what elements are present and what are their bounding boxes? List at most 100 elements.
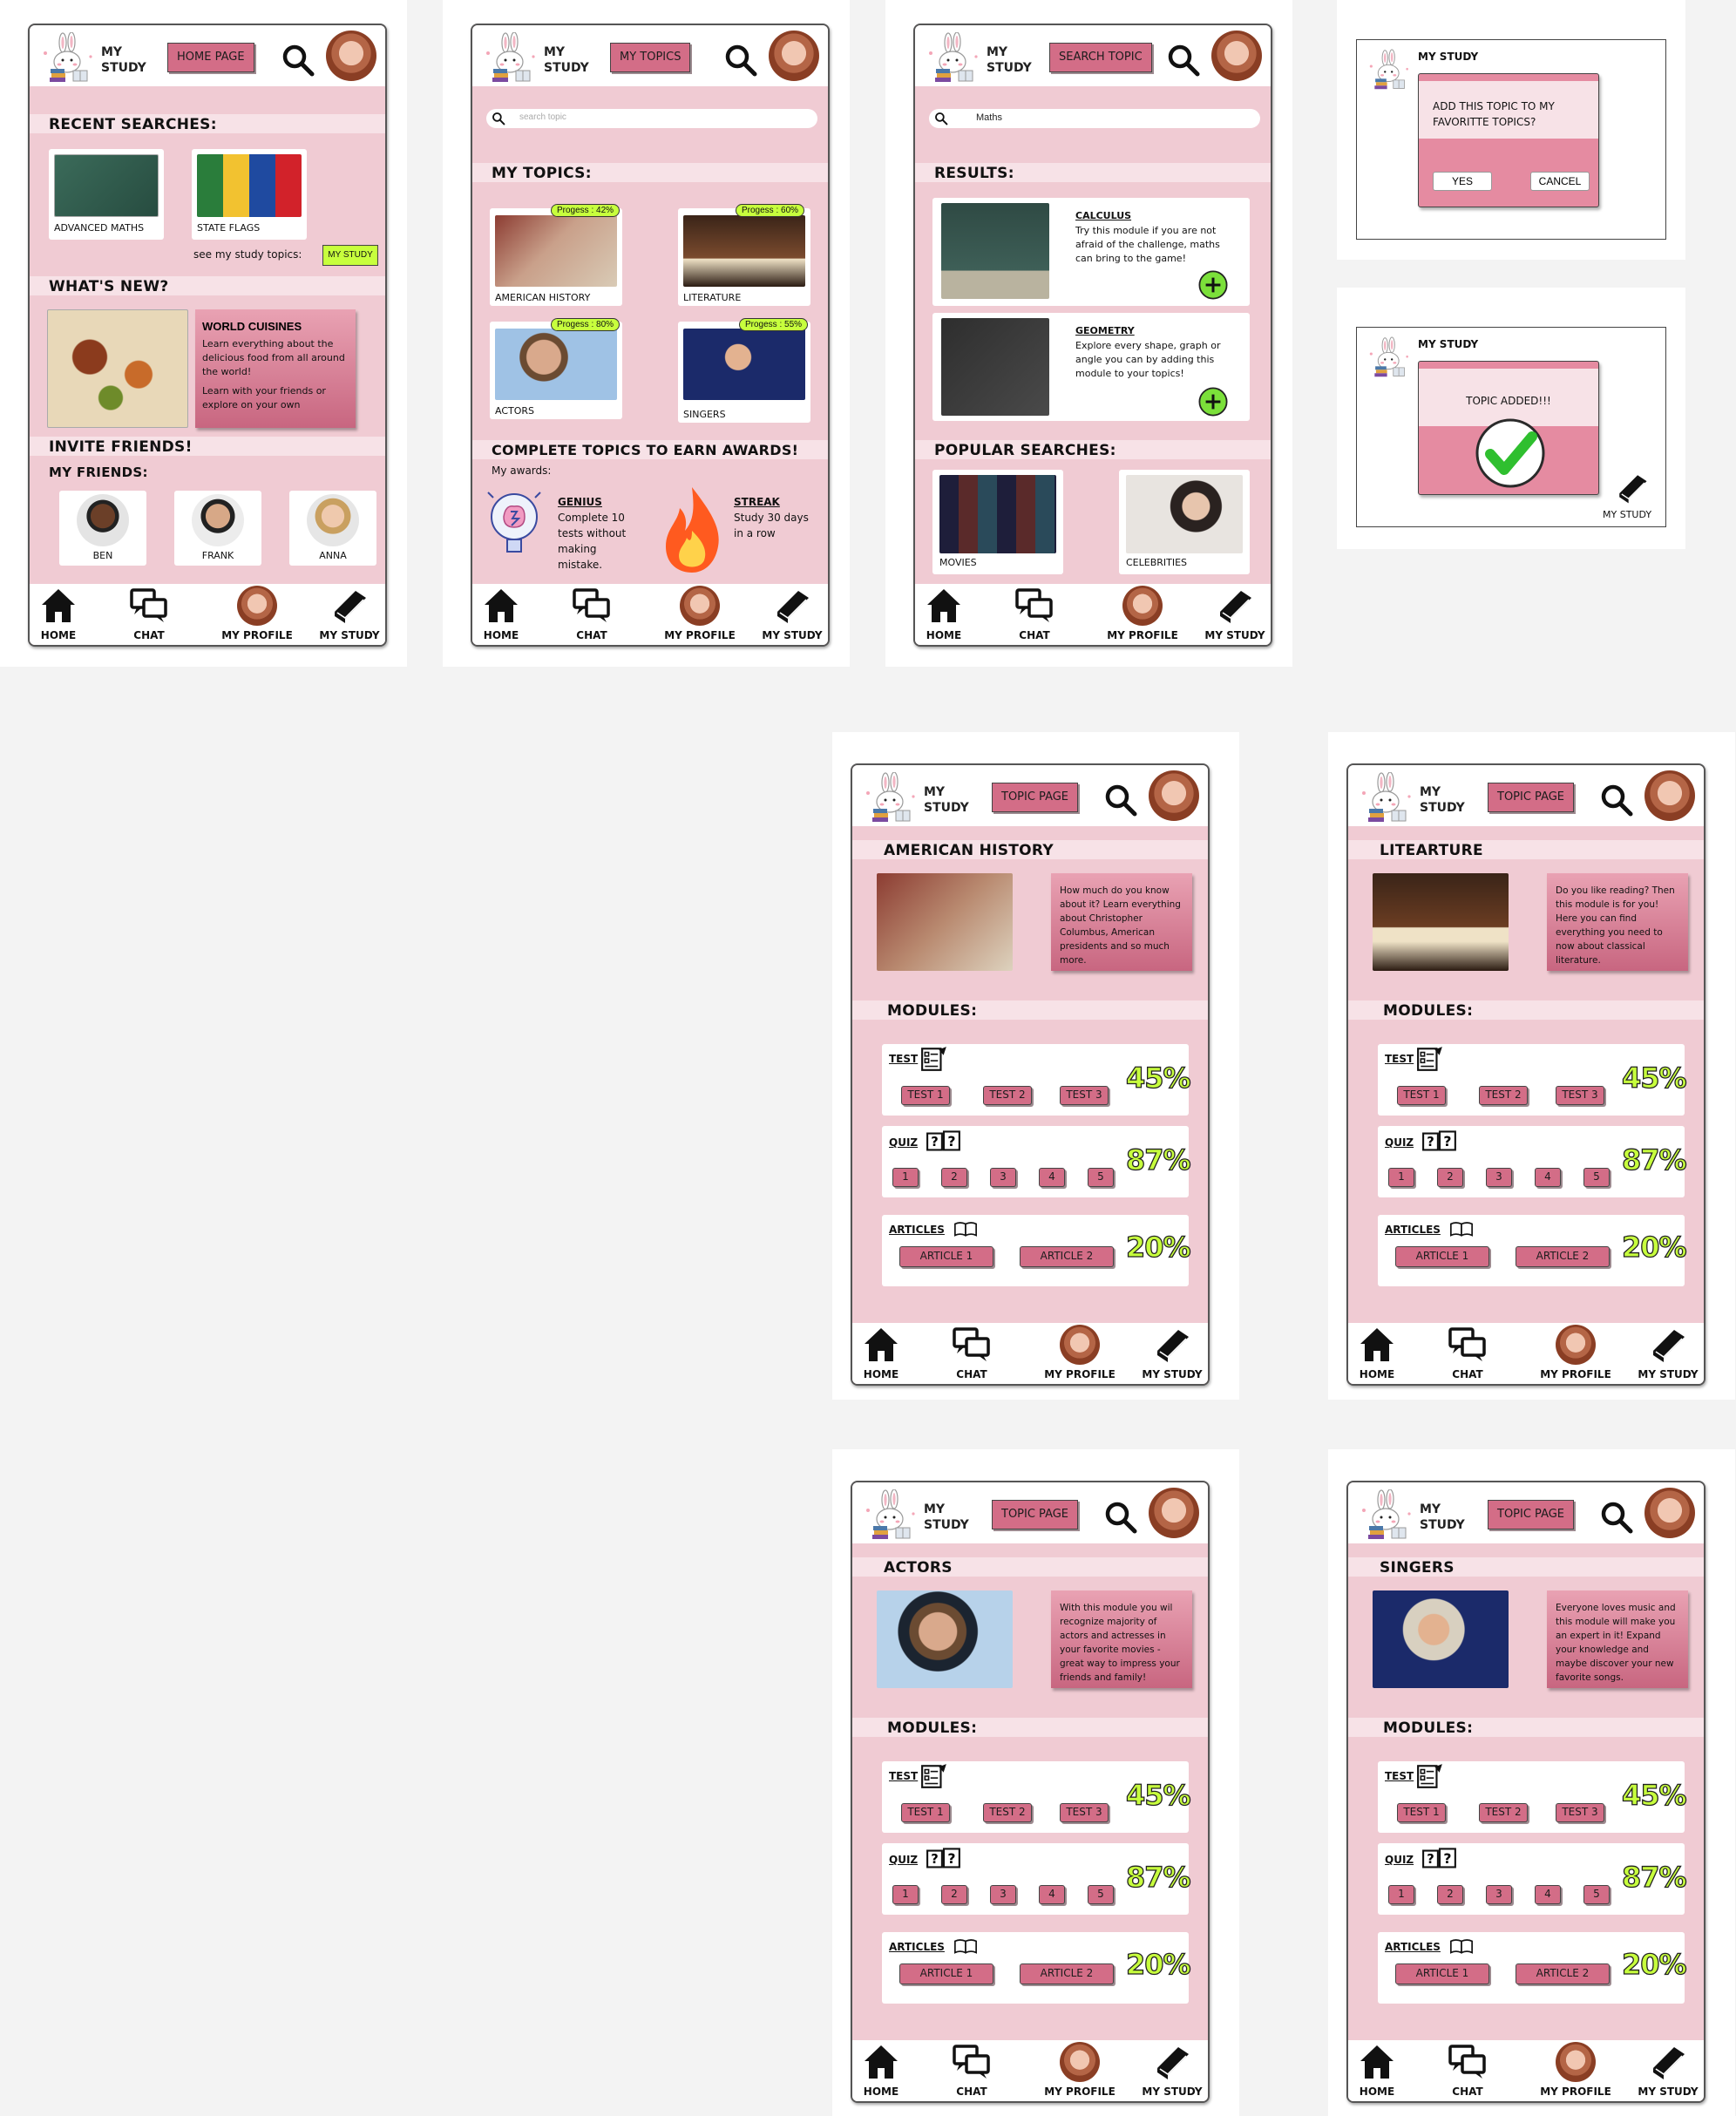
quiz-button[interactable]: 1: [1388, 1168, 1414, 1187]
article-button[interactable]: ARTICLE 1: [899, 1963, 993, 1984]
nav-chat[interactable]: CHAT: [110, 584, 188, 641]
nav-my-study[interactable]: MY STUDY: [1133, 1323, 1208, 1380]
search-input[interactable]: Maths: [929, 109, 1260, 128]
article-button[interactable]: ARTICLE 1: [1395, 1963, 1489, 1984]
yes-button[interactable]: YES: [1433, 172, 1492, 191]
quiz-button[interactable]: 4: [1535, 1168, 1561, 1187]
nav-my-study[interactable]: MY STUDY: [1133, 2040, 1208, 2098]
add-icon[interactable]: [1197, 269, 1229, 301]
test-button[interactable]: TEST 3: [1556, 1086, 1604, 1105]
invite-friends-title[interactable]: INVITE FRIENDS!: [49, 438, 193, 456]
nav-home[interactable]: HOME: [852, 2040, 920, 2098]
search-icon[interactable]: [1103, 783, 1138, 817]
popular-card-celebrities[interactable]: CELEBRITIES: [1119, 470, 1250, 574]
quiz-button[interactable]: 5: [1088, 1885, 1114, 1904]
result-title[interactable]: CALCULUS: [1075, 210, 1131, 221]
add-icon[interactable]: [1197, 386, 1229, 417]
nav-profile[interactable]: MY PROFILE: [218, 584, 296, 641]
quiz-button[interactable]: 4: [1039, 1168, 1065, 1187]
cancel-button[interactable]: CANCEL: [1530, 172, 1590, 191]
topic-card[interactable]: LITERATURE: [678, 208, 810, 306]
search-icon[interactable]: [281, 43, 315, 78]
result-card-calculus[interactable]: CALCULUS Try this module if you are not …: [932, 198, 1250, 306]
topic-card[interactable]: AMERICAN HISTORY: [490, 208, 622, 306]
quiz-button[interactable]: 4: [1039, 1885, 1065, 1904]
article-button[interactable]: ARTICLE 2: [1516, 1963, 1610, 1984]
friend-card-frank[interactable]: FRANK: [174, 491, 261, 566]
test-button[interactable]: TEST 3: [1060, 1086, 1109, 1105]
test-button[interactable]: TEST 2: [983, 1086, 1032, 1105]
nav-home[interactable]: HOME: [1348, 2040, 1416, 2098]
nav-profile[interactable]: MY PROFILE: [1536, 2040, 1615, 2098]
quiz-button[interactable]: 2: [941, 1885, 967, 1904]
quiz-button[interactable]: 2: [1437, 1168, 1463, 1187]
topic-card[interactable]: ACTORS: [490, 322, 622, 419]
avatar[interactable]: [769, 31, 819, 81]
quiz-button[interactable]: 5: [1583, 1168, 1610, 1187]
nav-profile[interactable]: MY PROFILE: [1536, 1323, 1615, 1380]
avatar[interactable]: [1211, 31, 1262, 81]
article-button[interactable]: ARTICLE 2: [1020, 1963, 1114, 1984]
avatar[interactable]: [1644, 1488, 1695, 1538]
test-button[interactable]: TEST 2: [983, 1803, 1032, 1822]
recent-card-flags[interactable]: STATE FLAGS: [192, 149, 307, 240]
search-icon[interactable]: [1166, 43, 1201, 78]
quiz-button[interactable]: 1: [1388, 1885, 1414, 1904]
nav-my-study[interactable]: MY STUDY: [1629, 1323, 1704, 1380]
nav-profile[interactable]: MY PROFILE: [1041, 2040, 1119, 2098]
quiz-button[interactable]: 5: [1583, 1885, 1610, 1904]
article-button[interactable]: ARTICLE 2: [1020, 1246, 1114, 1267]
result-card-geometry[interactable]: GEOMETRY Explore every shape, graph or a…: [932, 313, 1250, 421]
nav-profile[interactable]: MY PROFILE: [661, 584, 739, 641]
article-button[interactable]: ARTICLE 2: [1516, 1246, 1610, 1267]
nav-home[interactable]: HOME: [915, 584, 983, 641]
nav-chat[interactable]: CHAT: [553, 584, 631, 641]
test-button[interactable]: TEST 1: [901, 1803, 950, 1822]
nav-profile[interactable]: MY PROFILE: [1103, 584, 1182, 641]
friend-card-anna[interactable]: ANNA: [289, 491, 376, 566]
test-button[interactable]: TEST 3: [1060, 1803, 1109, 1822]
test-button[interactable]: TEST 3: [1556, 1803, 1604, 1822]
nav-my-study[interactable]: MY STUDY: [753, 584, 828, 641]
topic-card[interactable]: SINGERS: [678, 322, 810, 423]
nav-chat[interactable]: CHAT: [995, 584, 1074, 641]
friend-card-ben[interactable]: BEN: [59, 491, 146, 566]
article-button[interactable]: ARTICLE 1: [899, 1246, 993, 1267]
nav-home[interactable]: HOME: [852, 1323, 920, 1380]
my-study-button[interactable]: MY STUDY: [322, 245, 378, 266]
test-button[interactable]: TEST 1: [1397, 1803, 1446, 1822]
quiz-button[interactable]: 3: [1486, 1885, 1512, 1904]
search-icon[interactable]: [723, 43, 758, 78]
nav-my-study[interactable]: MY STUDY: [1196, 584, 1271, 641]
quiz-button[interactable]: 2: [941, 1168, 967, 1187]
nav-chat[interactable]: CHAT: [1428, 2040, 1507, 2098]
news-card[interactable]: WORLD CUISINES Learn everything about th…: [195, 309, 356, 428]
quiz-button[interactable]: 1: [892, 1885, 919, 1904]
recent-card-maths[interactable]: ADVANCED MATHS: [49, 149, 164, 240]
quiz-button[interactable]: 4: [1535, 1885, 1561, 1904]
avatar[interactable]: [1644, 770, 1695, 821]
search-icon[interactable]: [1103, 1500, 1138, 1535]
avatar[interactable]: [326, 31, 376, 81]
popular-card-movies[interactable]: MOVIES: [932, 470, 1063, 574]
book-icon[interactable]: [1615, 471, 1650, 505]
nav-home[interactable]: HOME: [30, 584, 98, 641]
article-button[interactable]: ARTICLE 1: [1395, 1246, 1489, 1267]
test-button[interactable]: TEST 2: [1479, 1803, 1528, 1822]
quiz-button[interactable]: 3: [990, 1168, 1016, 1187]
nav-my-study[interactable]: MY STUDY: [1629, 2040, 1704, 2098]
nav-home[interactable]: HOME: [1348, 1323, 1416, 1380]
quiz-button[interactable]: 3: [1486, 1168, 1512, 1187]
quiz-button[interactable]: 5: [1088, 1168, 1114, 1187]
test-button[interactable]: TEST 1: [1397, 1086, 1446, 1105]
quiz-button[interactable]: 2: [1437, 1885, 1463, 1904]
nav-home[interactable]: HOME: [472, 584, 540, 641]
avatar[interactable]: [1149, 1488, 1199, 1538]
nav-my-study[interactable]: MY STUDY: [310, 584, 385, 641]
quiz-button[interactable]: 1: [892, 1168, 919, 1187]
test-button[interactable]: TEST 2: [1479, 1086, 1528, 1105]
nav-chat[interactable]: CHAT: [932, 2040, 1011, 2098]
test-button[interactable]: TEST 1: [901, 1086, 950, 1105]
search-icon[interactable]: [1599, 1500, 1634, 1535]
search-icon[interactable]: [1599, 783, 1634, 817]
